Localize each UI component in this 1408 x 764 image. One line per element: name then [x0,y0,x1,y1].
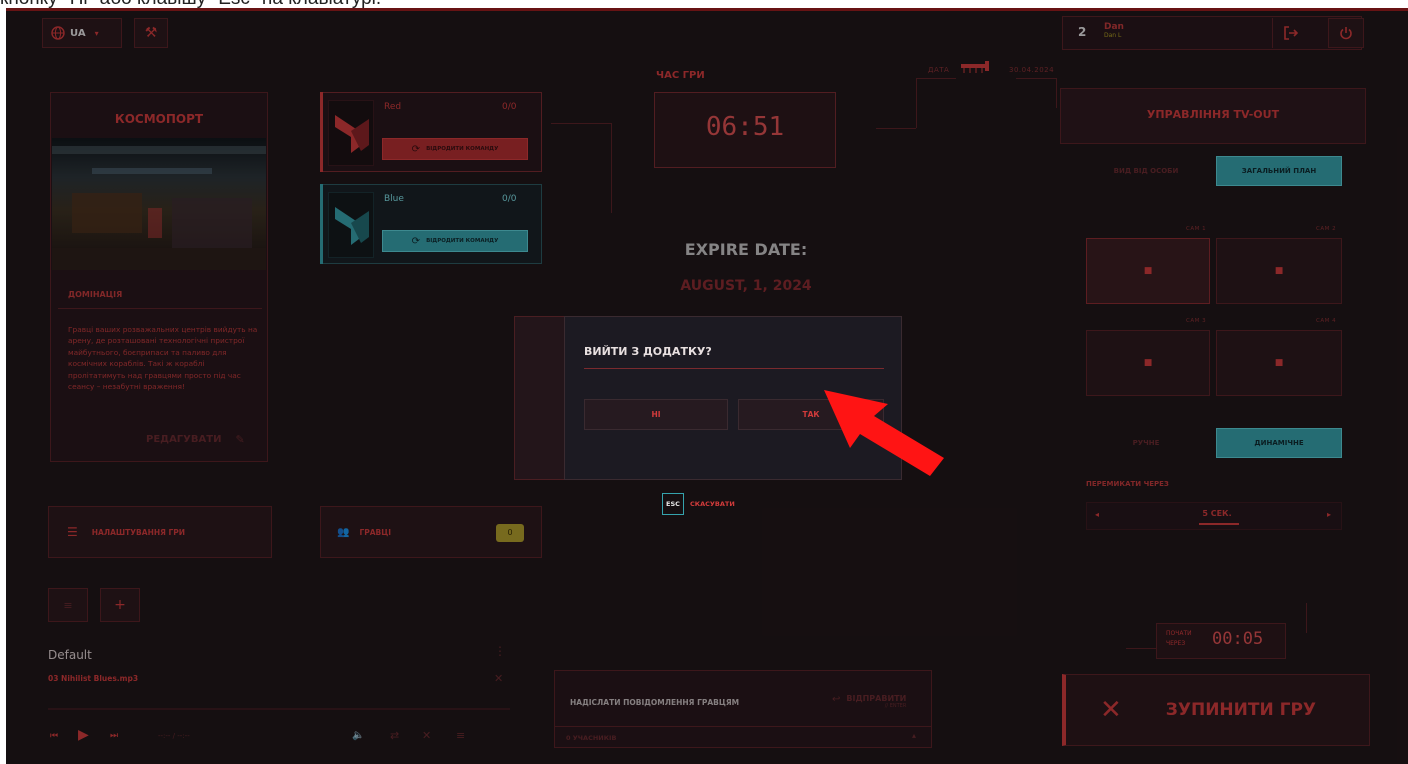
mode-dynamic-button[interactable]: ДИНАМІЧНЕ [1216,428,1342,458]
map-image [52,138,266,270]
chevron-right-icon[interactable]: ▸ [1327,510,1331,519]
camera-icon: ■ [1274,358,1284,368]
app-window: UA ▾ ⚒ ДАТА 30.04.2024 2 Dan Dan L КОСМО… [6,8,1408,764]
volume-icon[interactable]: 🔈 [352,730,364,741]
power-icon [1339,26,1353,40]
chevron-up-icon: ▴ [912,731,917,740]
date-value: 30.04.2024 [1009,66,1055,74]
tools-button[interactable]: ⚒ [134,18,168,48]
playlist-name: Default [48,648,92,662]
annotation-arrow [814,386,946,478]
progress-bar[interactable] [48,708,510,710]
cam3-label: CAM 3 [1186,318,1207,324]
team-name-blue: Blue [384,194,404,204]
respawn-team-blue-button[interactable]: ⟳ ВІДРОДИТИ КОМАНДУ [382,230,528,252]
language-selector[interactable]: UA ▾ [42,18,122,48]
expire-label: EXPIRE DATE: [684,240,808,259]
logout-button[interactable] [1272,18,1308,48]
date-label: ДАТА [928,66,950,74]
send-button[interactable]: ↩ ВІДПРАВИТИ // ENTER [832,694,906,709]
chevron-down-icon: ▾ [94,28,99,38]
cam1-label: CAM 1 [1186,226,1207,232]
respawn-team-red-button[interactable]: ⟳ ВІДРОДИТИ КОМАНДУ [382,138,528,160]
map-mode: ДОМІНАЦІЯ [68,290,123,299]
camera-icon: ■ [1143,266,1153,276]
mode-manual-button[interactable]: РУЧНЕ [1086,428,1206,458]
prev-track-icon[interactable]: ⏮ [50,731,58,741]
esc-key-badge[interactable]: ESC [662,493,684,515]
cam2-button[interactable]: ■ [1216,238,1342,304]
dialog-title: ВИЙТИ З ДОДАТКУ? [584,345,712,358]
track-name[interactable]: 03 Nihilist Blues.mp3 [48,674,138,683]
team-score-red: 0/0 [502,102,517,112]
wrench-icon: ⚒ [144,25,158,41]
start-timer-value: 00:05 [1212,629,1264,649]
scanner-icon [960,60,994,74]
players-count-badge: 0 [496,524,524,542]
chevron-left-icon[interactable]: ◂ [1095,510,1099,519]
team-logo-blue [328,192,374,258]
close-icon: ✕ [1100,695,1122,725]
player-count: 2 [1078,25,1087,39]
next-track-icon[interactable]: ⏭ [110,731,118,741]
start-label-2: ЧЕРЕЗ [1166,640,1186,647]
stop-game-button[interactable]: ✕ ЗУПИНИТИ ГРУ [1062,674,1370,746]
participants-dropdown[interactable]: 0 УЧАСНИКІВ ▴ [554,727,932,748]
add-track-button[interactable]: + [100,588,140,622]
queue-icon[interactable]: ≡ [456,729,465,742]
edit-map-button[interactable]: РЕДАГУВАТИ ✎ [146,433,245,446]
plus-icon: + [114,597,126,613]
playlist-icon: ≡ [63,598,73,612]
map-description: Гравці ваших розважальних центрів вийдут… [68,325,258,392]
map-title: КОСМОПОРТ [114,112,204,126]
playlist-toggle-button[interactable]: ≡ [48,588,88,622]
view-first-person-button[interactable]: ВИД ВІД ОСОБИ [1086,156,1206,186]
message-input[interactable]: НАДІСЛАТИ ПОВІДОМЛЕННЯ ГРАВЦЯМ [570,698,739,707]
kebab-menu-icon[interactable]: ⋮ [494,644,506,658]
remove-track-icon[interactable]: ✕ [494,672,503,685]
shuffle-icon[interactable]: ✕ [422,729,431,742]
view-general-button[interactable]: ЗАГАЛЬНИЙ ПЛАН [1216,156,1342,186]
tv-out-title: УПРАВЛІННЯ TV-OUT [1146,108,1280,121]
play-icon[interactable]: ▶ [78,727,89,743]
expire-value: AUGUST, 1, 2024 [680,278,812,294]
cam4-label: CAM 4 [1316,318,1337,324]
camera-icon: ■ [1143,358,1153,368]
switch-interval-control[interactable]: ◂ 5 СЕК. ▸ [1086,502,1342,530]
cam3-button[interactable]: ■ [1086,330,1210,396]
team-name-red: Red [384,102,402,112]
team-score-blue: 0/0 [502,194,517,204]
esc-cancel-label[interactable]: СКАСУВАТИ [690,500,735,508]
user-subname: Dan L [1104,32,1122,39]
language-label: UA [70,27,86,39]
game-settings-button[interactable]: ☰ НАЛАШТУВАННЯ ГРИ [48,506,272,558]
cam4-button[interactable]: ■ [1216,330,1342,396]
repeat-icon[interactable]: ⇄ [390,729,399,742]
team-logo-red [328,100,374,166]
start-label-1: ПОЧАТИ [1166,630,1192,637]
cam1-button[interactable]: ■ [1086,238,1210,304]
dialog-no-button[interactable]: НІ [584,399,728,430]
game-time-value: 06:51 [705,112,785,142]
sliders-icon: ☰ [67,525,78,539]
refresh-icon: ⟳ [411,235,421,247]
switch-label: ПЕРЕМИКАТИ ЧЕРЕЗ [1086,480,1169,488]
people-icon: 👥 [337,526,350,538]
power-button[interactable] [1328,18,1364,48]
track-time: --:-- / --:-- [158,732,190,740]
user-name[interactable]: Dan [1104,22,1124,32]
dialog-backdrop-frame [514,316,564,480]
cam2-label: CAM 2 [1316,226,1337,232]
logout-icon [1283,26,1298,40]
pencil-icon: ✎ [235,433,245,446]
refresh-icon: ⟳ [411,143,421,155]
globe-icon [51,26,65,40]
game-time-label: ЧАС ГРИ [656,70,705,81]
camera-icon: ■ [1274,266,1284,276]
enter-icon: ↩ [832,694,841,705]
